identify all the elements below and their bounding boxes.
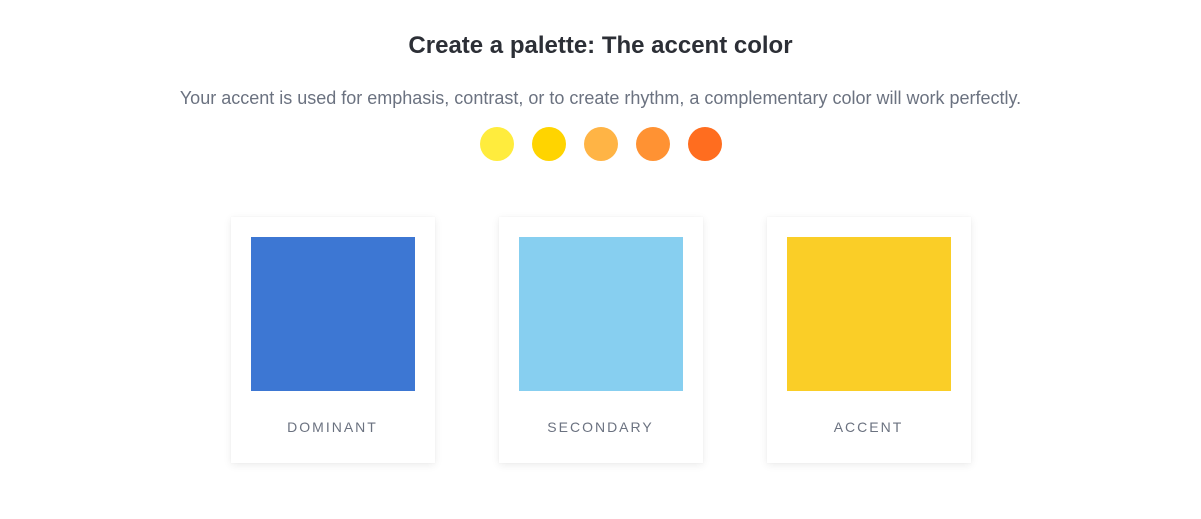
accent-swatch-row [480,127,722,161]
swatch-option-5[interactable] [688,127,722,161]
swatch-option-1[interactable] [480,127,514,161]
swatch-option-2[interactable] [532,127,566,161]
page-subtitle: Your accent is used for emphasis, contra… [180,88,1021,109]
swatch-option-4[interactable] [636,127,670,161]
secondary-label: SECONDARY [547,391,653,463]
secondary-swatch [519,237,683,391]
palette-cards-row: DOMINANT SECONDARY ACCENT [231,217,971,463]
accent-label: ACCENT [834,391,904,463]
page-title: Create a palette: The accent color [408,32,792,60]
dominant-swatch [251,237,415,391]
dominant-card: DOMINANT [231,217,435,463]
dominant-label: DOMINANT [287,391,378,463]
secondary-card: SECONDARY [499,217,703,463]
accent-card: ACCENT [767,217,971,463]
accent-swatch [787,237,951,391]
swatch-option-3[interactable] [584,127,618,161]
